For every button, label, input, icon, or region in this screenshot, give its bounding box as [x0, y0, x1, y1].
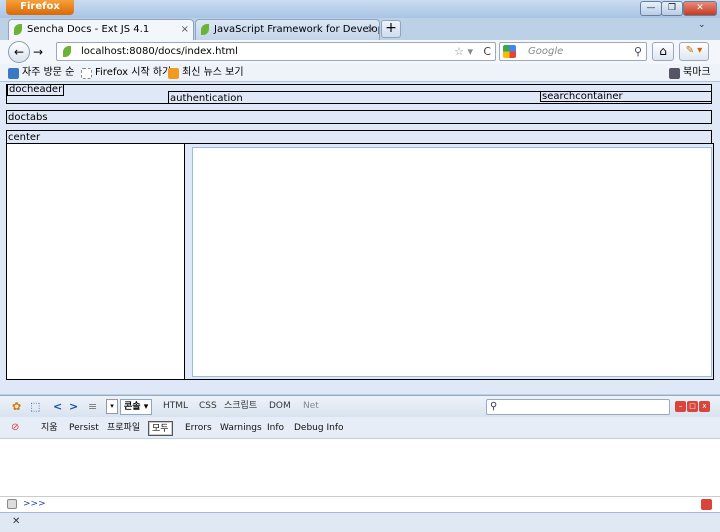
filter-errors-button[interactable]: Errors: [182, 421, 215, 436]
filter-warnings-button[interactable]: Warnings: [217, 421, 265, 436]
profile-button[interactable]: 프로파일: [104, 421, 143, 436]
search-bar[interactable]: Google ⚲: [499, 42, 647, 61]
tab-html[interactable]: HTML: [160, 399, 191, 415]
firebug-close-icon[interactable]: x: [699, 401, 710, 412]
firebug-back-icon[interactable]: <: [53, 400, 62, 414]
page-viewport: docheader authentication searchcontainer…: [0, 82, 720, 394]
console-toolbar: ⊘ 지움 Persist 프로파일 모두 Errors Warnings Inf…: [0, 417, 720, 439]
page-icon: [81, 68, 92, 79]
firebug-icon[interactable]: ✿: [12, 400, 21, 414]
chevron-down-icon[interactable]: ▾: [106, 399, 118, 414]
url-text[interactable]: localhost:8080/docs/index.html: [81, 43, 238, 60]
close-icon[interactable]: ✕: [12, 516, 20, 527]
tab-close-icon[interactable]: ×: [367, 20, 375, 39]
searchcontainer-label: searchcontainer: [542, 91, 623, 102]
main-content-panel[interactable]: [192, 147, 712, 377]
left-tree-panel[interactable]: [7, 144, 185, 379]
rss-feed-icon: [168, 68, 179, 79]
window-titlebar: [0, 0, 720, 18]
search-input[interactable]: Google: [528, 43, 563, 60]
bookmark-getting-started[interactable]: Firefox 시작 하기: [81, 66, 171, 80]
tab-close-icon[interactable]: ×: [181, 20, 189, 39]
firebug-list-icon[interactable]: ≡: [88, 400, 97, 414]
firebug-detach-icon[interactable]: □: [687, 401, 698, 412]
firebug-minimize-icon[interactable]: –: [675, 401, 686, 412]
bookmark-star-icon[interactable]: ☆ ▾: [454, 43, 473, 60]
tab-strip: Sencha Docs - Ext JS 4.1 × JavaScript Fr…: [0, 18, 720, 40]
url-bar[interactable]: localhost:8080/docs/index.html ☆ ▾ C: [56, 42, 496, 61]
minimize-button[interactable]: —: [640, 1, 662, 16]
site-identity-icon[interactable]: [63, 46, 71, 57]
most-visited-icon: [8, 68, 19, 79]
bookmark-label: 자주 방문 순: [22, 67, 75, 78]
status-bar: ✕: [0, 512, 720, 532]
google-engine-icon[interactable]: [503, 45, 516, 58]
new-tab-button[interactable]: +: [381, 20, 401, 38]
authentication-label: authentication: [170, 93, 243, 104]
tab-label: Sencha Docs - Ext JS 4.1: [27, 24, 150, 35]
doctabs-label: doctabs: [8, 112, 48, 123]
sencha-leaf-icon: [201, 24, 209, 35]
search-icon[interactable]: ⚲: [634, 43, 642, 60]
inspect-icon[interactable]: ⬚: [30, 400, 40, 414]
tab-console[interactable]: 콘솔 ▾: [120, 399, 153, 415]
back-button[interactable]: ←: [8, 41, 30, 63]
tab-javascript-framework[interactable]: JavaScript Framework for Developin... ×: [195, 19, 380, 40]
home-button[interactable]: ⌂: [652, 42, 674, 61]
clear-button[interactable]: 지움: [38, 421, 61, 436]
bookmarks-toolbar: 자주 방문 순 Firefox 시작 하기 최신 뉴스 보기 북마크: [0, 64, 720, 82]
command-prompt: >>>: [23, 499, 46, 509]
filter-info-button[interactable]: Info: [264, 421, 287, 436]
firebug-toolbar: ✿ ⬚ < > ≡ ▾ 콘솔 ▾ HTML CSS 스크립트 DOM Net ⚲…: [0, 395, 720, 417]
tab-dom[interactable]: DOM: [266, 399, 294, 415]
firebug-search-input[interactable]: ⚲: [486, 399, 670, 415]
tab-net[interactable]: Net: [300, 399, 322, 415]
tab-css[interactable]: CSS: [196, 399, 220, 415]
firebug-forward-icon[interactable]: >: [69, 400, 78, 414]
close-window-button[interactable]: ✕: [683, 1, 717, 16]
bookmark-label: 최신 뉴스 보기: [182, 67, 244, 78]
docheader-label: docheader: [7, 84, 65, 96]
firefox-menu-button[interactable]: Firefox: [6, 0, 74, 15]
tab-label: JavaScript Framework for Developin...: [214, 24, 379, 35]
command-expand-icon[interactable]: [701, 499, 712, 510]
navigation-toolbar: ← → localhost:8080/docs/index.html ☆ ▾ C…: [0, 40, 720, 64]
forward-button[interactable]: →: [30, 45, 46, 60]
persist-button[interactable]: Persist: [66, 421, 102, 436]
tab-list-icon[interactable]: ⌄: [698, 20, 706, 30]
filter-all-button[interactable]: 모두: [148, 421, 173, 436]
filter-debug-info-button[interactable]: Debug Info: [291, 421, 347, 436]
command-toggle-icon[interactable]: [7, 499, 17, 509]
center-label: center: [8, 132, 41, 143]
bookmark-latest-headlines[interactable]: 최신 뉴스 보기: [168, 66, 244, 80]
tab-script[interactable]: 스크립트: [221, 399, 260, 415]
bookmarks-menu-button[interactable]: 북마크: [669, 66, 711, 80]
bookmark-most-visited[interactable]: 자주 방문 순: [8, 66, 74, 80]
bookmarks-icon: [669, 68, 680, 79]
tab-sencha-docs[interactable]: Sencha Docs - Ext JS 4.1 ×: [8, 19, 194, 40]
maximize-button[interactable]: ❐: [661, 1, 683, 16]
bookmarks-menu-label: 북마크: [683, 67, 711, 78]
doctabs-panel: [6, 110, 712, 124]
reload-icon[interactable]: C: [483, 43, 491, 60]
clear-console-icon[interactable]: ⊘: [11, 421, 23, 434]
firebug-addon-button[interactable]: ✎ ▾: [679, 42, 709, 61]
command-line[interactable]: >>>: [0, 496, 720, 512]
center-panel-header: [6, 130, 712, 144]
search-icon: ⚲: [490, 401, 498, 412]
sencha-leaf-icon: [14, 24, 22, 35]
console-output: [0, 439, 720, 496]
bookmark-label: Firefox 시작 하기: [95, 67, 172, 78]
